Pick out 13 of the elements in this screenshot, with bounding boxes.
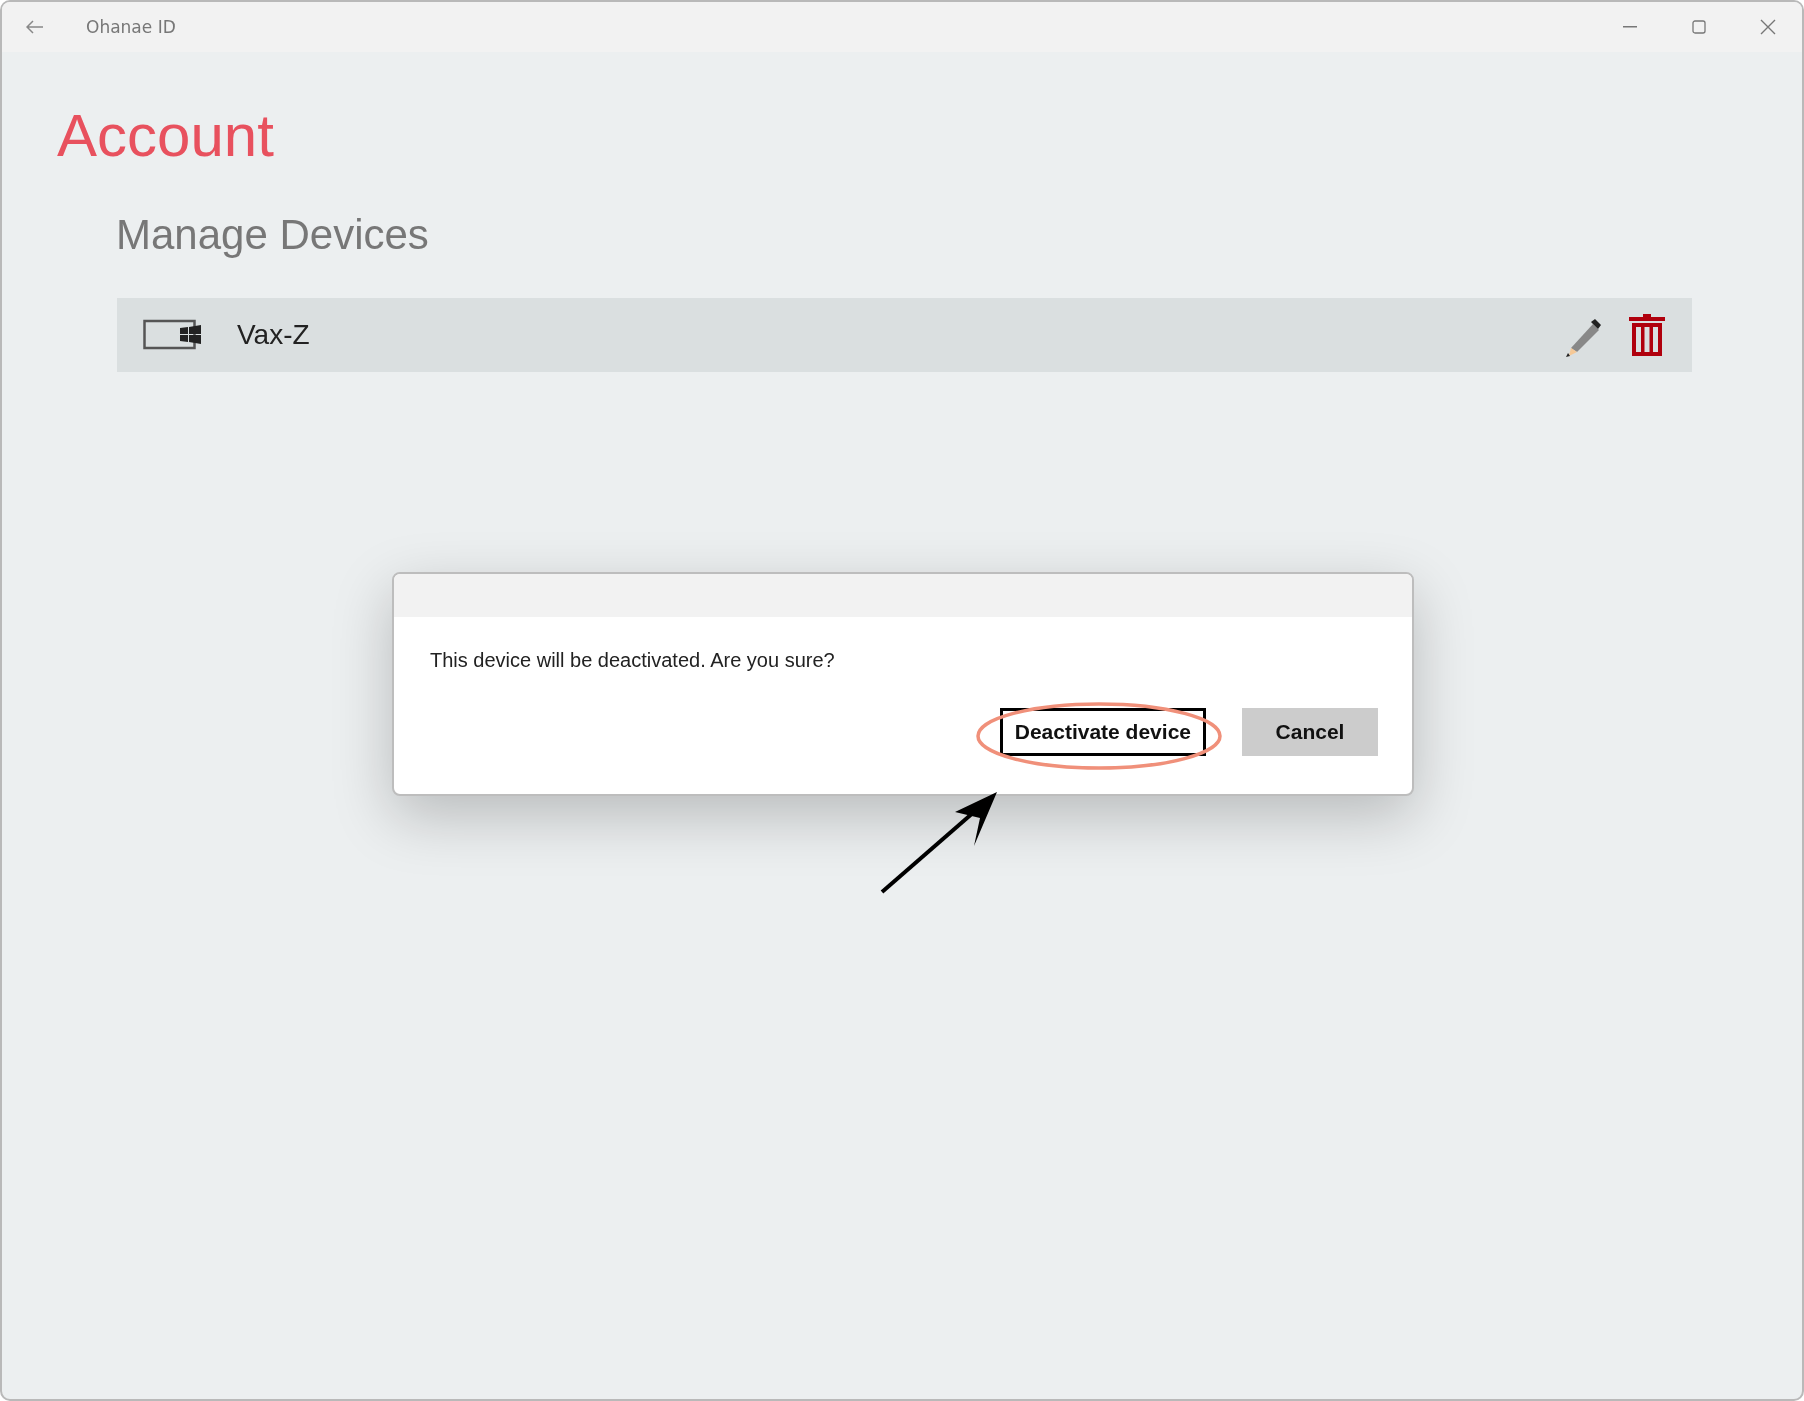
close-icon[interactable] — [1759, 19, 1776, 35]
back-button[interactable] — [26, 20, 44, 34]
minimize-icon[interactable] — [1622, 26, 1637, 28]
device-row[interactable]: Vax-Z — [117, 298, 1692, 373]
section-title: Manage Devices — [116, 210, 430, 260]
maximize-icon[interactable] — [1691, 20, 1706, 34]
device-name: Vax-Z — [237, 319, 310, 352]
trash-icon[interactable] — [1627, 312, 1667, 359]
deactivate-button[interactable]: Deactivate device — [999, 708, 1206, 756]
window-title: Ohanae ID — [86, 17, 176, 37]
page-title: Account — [57, 101, 275, 171]
cancel-button[interactable]: Cancel — [1242, 708, 1378, 756]
dialog-message: This device will be deactivated. Are you sure? — [430, 649, 836, 672]
